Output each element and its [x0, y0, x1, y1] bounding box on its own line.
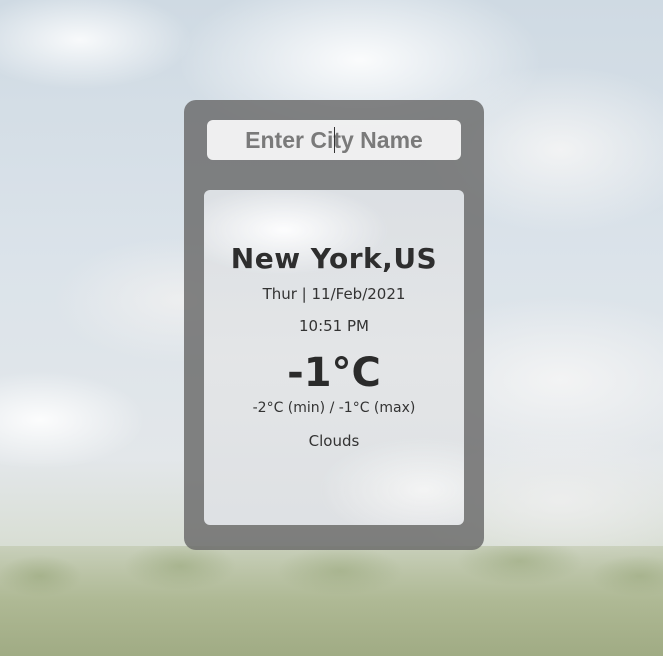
weather-info-panel: New York,US Thur | 11/Feb/2021 10:51 PM …: [204, 190, 464, 525]
weather-app-card: New York,US Thur | 11/Feb/2021 10:51 PM …: [184, 100, 484, 550]
date-label: Thur | 11/Feb/2021: [262, 285, 406, 303]
temperature: -1°C: [287, 350, 381, 396]
text-cursor: [334, 127, 335, 153]
city-name: New York,US: [230, 242, 438, 275]
time-label: 10:51 PM: [299, 317, 369, 335]
min-max-temperature: -2°C (min) / -1°C (max): [252, 400, 416, 416]
weather-condition: Clouds: [308, 432, 360, 450]
background-foliage: [0, 546, 663, 656]
